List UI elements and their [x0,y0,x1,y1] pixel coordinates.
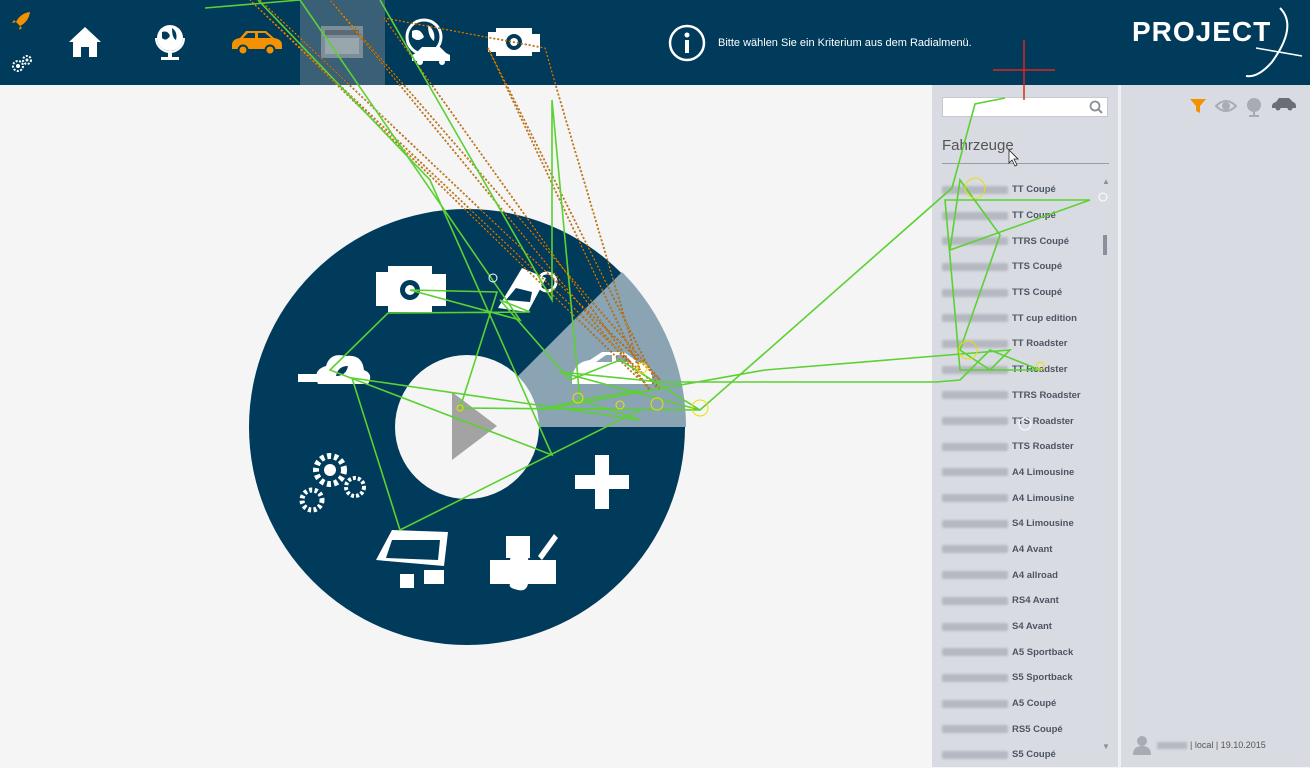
info-message: Bitte wählen Sie ein Kriterium aus dem R… [668,24,972,62]
info-text: Bitte wählen Sie ein Kriterium aus dem R… [718,37,972,49]
search-icon[interactable] [1089,100,1103,114]
list-item[interactable]: RS4 Avant [942,588,1102,614]
side-panel: | local | 19.10.2015 [1121,85,1310,767]
scroll-thumb[interactable] [1103,235,1107,255]
user-icon [1133,736,1151,755]
car-icon[interactable] [228,14,284,70]
list-item[interactable]: TT cup edition [942,305,1102,331]
list-item[interactable]: TT Coupé [942,177,1102,203]
list-item[interactable]: A4 Limousine [942,485,1102,511]
list-item[interactable]: TTS Coupé [942,254,1102,280]
list-item[interactable]: TTS Roadster [942,434,1102,460]
vehicle-list: TT Coupé TT Coupé TTRS Coupé TTS Coupé T… [942,177,1102,768]
radial-menu [249,209,687,645]
list-item[interactable]: TTRS Roadster [942,383,1102,409]
scroll-down-icon[interactable]: ▼ [1102,742,1110,751]
list-title: Fahrzeuge [942,137,1014,154]
top-bar: Bitte wählen Sie ein Kriterium aus dem R… [0,0,1310,85]
settings-gears-icon[interactable] [10,52,34,79]
divider [942,163,1109,164]
car-filter-icon[interactable] [1271,97,1297,116]
engine-icon[interactable] [486,14,542,70]
list-item[interactable]: S4 Avant [942,614,1102,640]
globe-icon[interactable] [142,14,198,70]
list-scrollbar[interactable]: ▲ ▼ [1102,177,1110,752]
list-item[interactable]: TTS Roadster [942,408,1102,434]
list-item[interactable]: TT Roadster [942,331,1102,357]
eye-icon[interactable] [1214,97,1238,120]
project-logo: PROJECT [1130,6,1305,80]
vehicle-list-panel: Fahrzeuge TT Coupé TT Coupé TTRS Coupé T… [932,85,1118,767]
list-item[interactable]: A4 Avant [942,537,1102,563]
info-icon [668,24,706,62]
list-item[interactable]: TT Coupé [942,203,1102,229]
search-input[interactable] [943,99,1087,117]
list-item[interactable]: TTS Coupé [942,280,1102,306]
scroll-up-icon[interactable]: ▲ [1102,177,1110,186]
search-box[interactable] [942,97,1108,117]
globe-car-icon[interactable] [398,14,454,70]
list-item[interactable]: S5 Coupé [942,742,1102,768]
list-item[interactable]: RS5 Coupé [942,716,1102,742]
list-item[interactable]: S4 Limousine [942,511,1102,537]
list-item[interactable]: A5 Sportback [942,639,1102,665]
list-item[interactable]: A4 allroad [942,562,1102,588]
list-item[interactable]: S5 Sportback [942,665,1102,691]
list-item[interactable]: A4 Limousine [942,460,1102,486]
rocket-icon[interactable] [10,10,32,37]
list-item[interactable]: TTRS Coupé [942,228,1102,254]
grid-calendar-icon[interactable] [314,14,370,70]
globe-filter-icon[interactable] [1245,97,1263,122]
list-item[interactable]: TT Roadster [942,357,1102,383]
user-session-text: | local | 19.10.2015 [1190,740,1266,750]
list-item[interactable]: A5 Coupé [942,691,1102,717]
filter-icon[interactable] [1189,97,1207,120]
main-area [0,85,932,767]
user-info: | local | 19.10.2015 [1133,735,1266,755]
home-icon[interactable] [57,14,113,70]
